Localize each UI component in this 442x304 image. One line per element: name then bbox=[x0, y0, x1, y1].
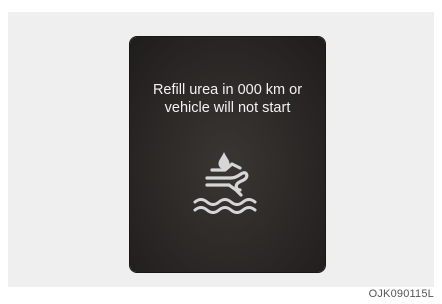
urea-level-warning-icon bbox=[193, 152, 257, 214]
warning-message: Refill urea in 000 km or vehicle will no… bbox=[130, 81, 325, 117]
warning-message-line-1: Refill urea in 000 km or bbox=[152, 82, 303, 98]
figure-code: OJK090115L bbox=[368, 288, 434, 300]
warning-message-line-2: vehicle will not start bbox=[164, 100, 291, 116]
cluster-display: Refill urea in 000 km or vehicle will no… bbox=[130, 37, 325, 272]
